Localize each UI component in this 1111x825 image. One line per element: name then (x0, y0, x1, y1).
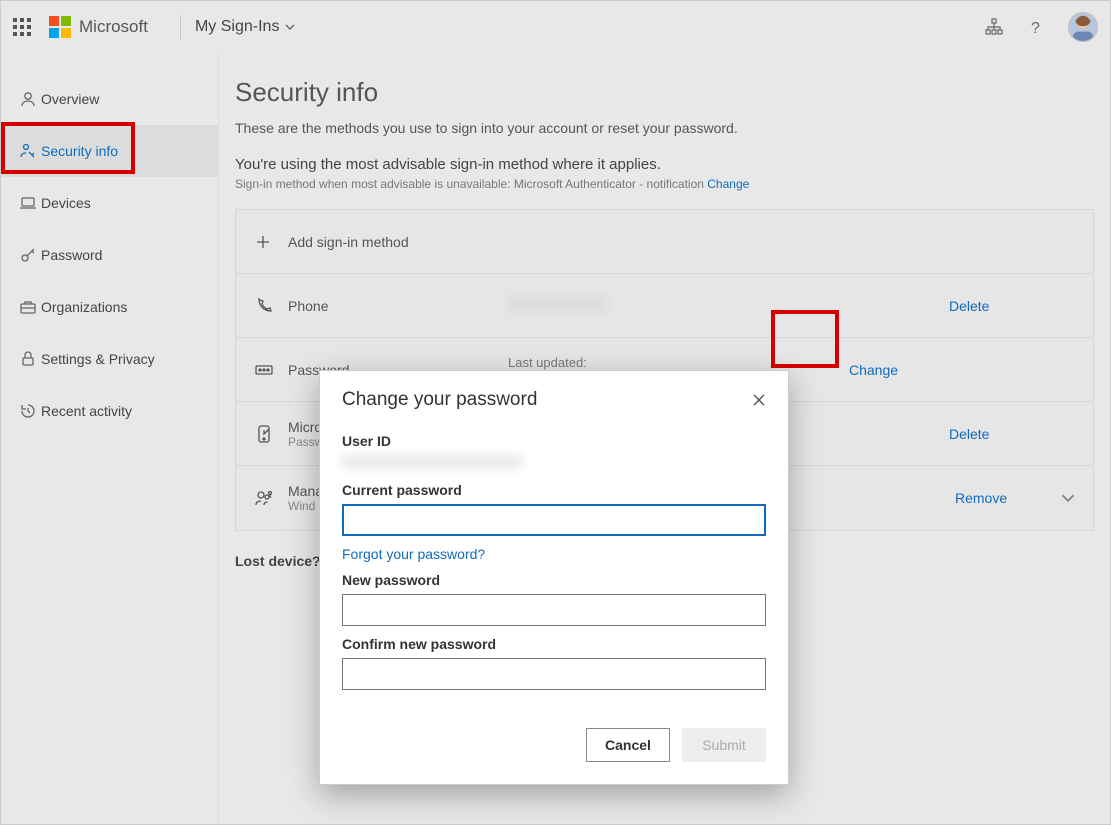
delete-link[interactable]: Delete (949, 426, 1039, 442)
person-icon (15, 90, 41, 108)
sidebar-item-label: Overview (41, 91, 99, 107)
user-avatar[interactable] (1068, 12, 1098, 42)
sidebar-item-label: Recent activity (41, 403, 132, 419)
dialog-title: Change your password (342, 389, 752, 411)
sidebar-item-label: Security info (41, 143, 118, 159)
password-icon (254, 360, 288, 380)
advise-change-link[interactable]: Change (707, 177, 749, 191)
confirm-password-input[interactable] (342, 658, 766, 690)
forgot-password-link[interactable]: Forgot your password? (342, 546, 485, 562)
method-row-phone: Phone Delete (236, 274, 1093, 338)
phone-icon (254, 296, 288, 316)
sidebar-item-recent-activity[interactable]: Recent activity (1, 385, 218, 437)
sidebar-item-devices[interactable]: Devices (1, 177, 218, 229)
org-icon[interactable] (984, 17, 1004, 37)
userid-value (342, 455, 522, 469)
cancel-button[interactable]: Cancel (586, 728, 670, 762)
confirm-password-label: Confirm new password (342, 636, 766, 652)
sidebar-item-label: Organizations (41, 299, 127, 315)
page-subtitle: These are the methods you use to sign in… (235, 120, 1094, 136)
sidebar: Overview Security info Devices Password (1, 53, 219, 824)
chevron-down-icon (285, 22, 295, 32)
plus-icon (254, 233, 288, 251)
advise-sub-text: Sign-in method when most advisable is un… (235, 177, 1094, 191)
brand-name: Microsoft (79, 17, 148, 37)
remove-link[interactable]: Remove (955, 490, 1045, 506)
sidebar-item-overview[interactable]: Overview (1, 73, 218, 125)
briefcase-icon (15, 298, 41, 316)
microsoft-logo-icon (49, 16, 71, 38)
close-icon[interactable] (752, 393, 766, 407)
new-password-input[interactable] (342, 594, 766, 626)
new-password-label: New password (342, 572, 766, 588)
app-launcher-icon[interactable] (13, 18, 31, 36)
page-title: Security info (235, 77, 1094, 108)
sidebar-item-organizations[interactable]: Organizations (1, 281, 218, 333)
current-password-label: Current password (342, 482, 766, 498)
sidebar-item-password[interactable]: Password (1, 229, 218, 281)
current-password-input[interactable] (342, 504, 766, 536)
submit-button[interactable]: Submit (682, 728, 766, 762)
advise-text: You're using the most advisable sign-in … (235, 156, 1094, 173)
svg-text:?: ? (1031, 20, 1040, 36)
sidebar-item-security-info[interactable]: Security info (1, 125, 218, 177)
sidebar-item-settings[interactable]: Settings & Privacy (1, 333, 218, 385)
add-method-label: Add sign-in method (288, 234, 508, 250)
app-name-label: My Sign-Ins (195, 18, 279, 36)
userid-label: User ID (342, 433, 766, 449)
key-person-icon (15, 142, 41, 160)
chevron-down-icon[interactable] (1061, 491, 1075, 505)
change-link[interactable]: Change (849, 362, 909, 378)
help-icon[interactable]: ? (1026, 17, 1046, 37)
authenticator-icon (254, 424, 288, 444)
app-header: Microsoft My Sign-Ins ? (1, 1, 1110, 53)
key-icon (15, 246, 41, 264)
people-key-icon (254, 488, 288, 508)
divider (180, 15, 181, 39)
history-icon (15, 402, 41, 420)
laptop-icon (15, 194, 41, 212)
method-label: Phone (288, 298, 508, 314)
method-value (508, 296, 949, 315)
change-password-dialog: Change your password User ID Current pas… (319, 370, 789, 785)
sidebar-item-label: Password (41, 247, 102, 263)
sidebar-item-label: Settings & Privacy (41, 351, 155, 367)
app-name-dropdown[interactable]: My Sign-Ins (195, 18, 295, 36)
lock-icon (15, 350, 41, 368)
microsoft-logo[interactable]: Microsoft (49, 16, 148, 38)
add-sign-in-method-button[interactable]: Add sign-in method (236, 210, 1093, 274)
sidebar-item-label: Devices (41, 195, 91, 211)
delete-link[interactable]: Delete (949, 298, 1039, 314)
